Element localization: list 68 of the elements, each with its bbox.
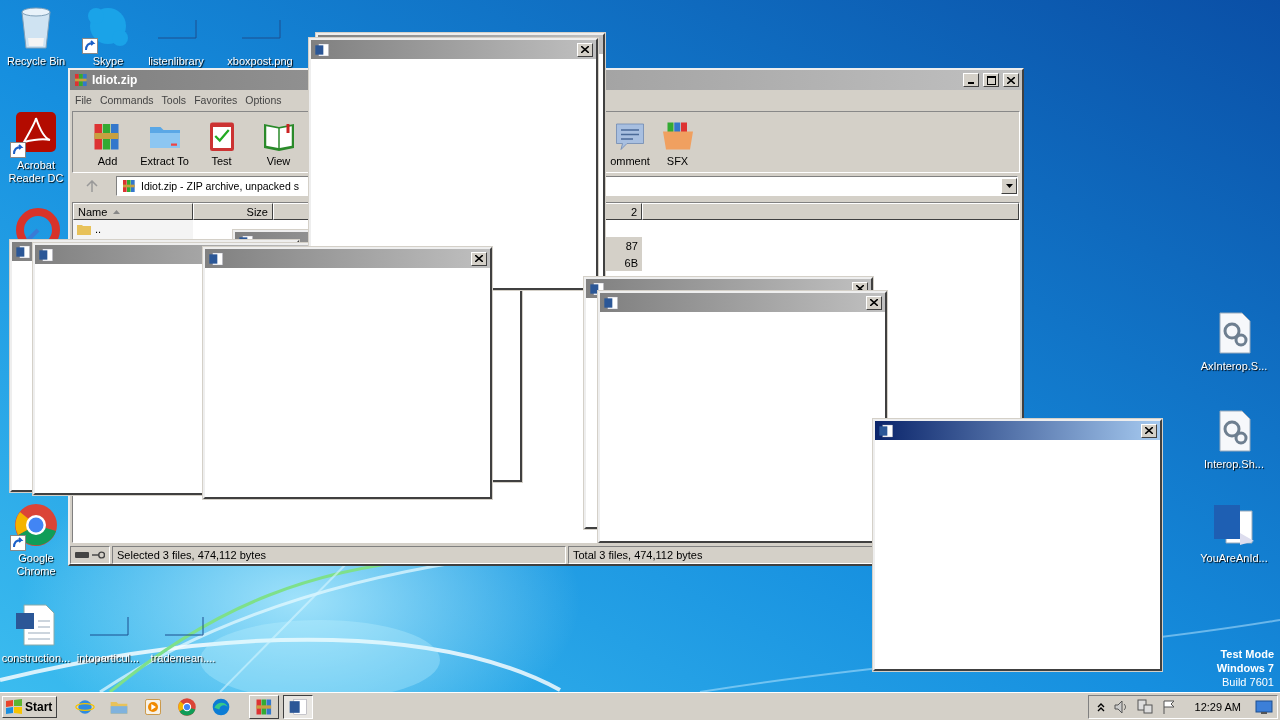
toolbar-button[interactable]: SFX <box>649 112 706 172</box>
close-icon <box>1007 76 1015 84</box>
flag-logo-icon <box>5 698 23 715</box>
minimize-button[interactable] <box>963 73 979 87</box>
minimize-icon <box>968 82 974 84</box>
table-cell: 87 <box>625 239 638 252</box>
menu-item[interactable]: Commands <box>95 92 158 108</box>
ring-icon[interactable] <box>12 501 60 549</box>
chevron-up-icon[interactable] <box>1096 701 1105 712</box>
close-button[interactable] <box>866 295 882 310</box>
network-icon[interactable] <box>1136 698 1153 715</box>
close-icon <box>581 46 589 53</box>
toolbar-button[interactable]: Test <box>193 112 250 172</box>
toolbar-button[interactable]: omment <box>608 112 652 172</box>
icon-label[interactable]: Interop.Sh... <box>1204 458 1264 471</box>
key-icon <box>91 551 105 559</box>
menu-item[interactable]: Favorites <box>190 92 242 108</box>
toolbar-button[interactable]: View <box>250 112 307 172</box>
folder-icon <box>77 222 91 235</box>
close-button[interactable] <box>1141 423 1157 438</box>
table-cell: 6B <box>624 256 638 269</box>
clock[interactable]: 12:29 AM <box>1194 700 1241 713</box>
speaker-icon[interactable] <box>1112 698 1129 715</box>
window-title: Idiot.zip <box>92 73 139 87</box>
document-icon <box>603 294 619 311</box>
document-icon <box>38 246 54 263</box>
document-icon <box>314 41 330 58</box>
status-text: Selected 3 files, 474,112 bytes <box>112 546 566 564</box>
document-icon <box>288 696 309 717</box>
close-button[interactable] <box>471 251 487 266</box>
close-button[interactable] <box>577 42 593 57</box>
maximize-icon <box>986 75 996 85</box>
icon-label[interactable]: Skype <box>92 55 124 68</box>
drive-icon <box>75 552 89 558</box>
os-label: Build 7601 <box>1222 675 1274 689</box>
column-header[interactable] <box>642 203 1019 220</box>
menu-item[interactable]: Tools <box>157 92 191 108</box>
flag-icon[interactable] <box>1160 698 1177 715</box>
menu-item[interactable]: File <box>71 92 96 108</box>
column-header[interactable]: Size <box>193 203 273 220</box>
icon-label[interactable]: Recycle Bin <box>6 55 66 68</box>
dropdown-arrow-icon <box>1005 184 1013 188</box>
toolbar-button[interactable]: Add <box>79 112 136 172</box>
column-header[interactable]: Name <box>73 203 193 220</box>
close-icon <box>475 255 483 262</box>
close-button[interactable] <box>1003 73 1019 87</box>
toolbar-button[interactable]: Extract To <box>136 112 193 172</box>
swirl-icon[interactable] <box>211 696 232 717</box>
os-label: Windows 7 <box>1216 661 1274 675</box>
books-icon <box>121 178 137 194</box>
file-name[interactable]: .. <box>95 222 102 235</box>
icon-label[interactable]: AxInterop.S... <box>1200 360 1268 373</box>
close-icon <box>1145 427 1153 434</box>
books-icon <box>73 72 89 88</box>
start-button[interactable]: Start <box>2 695 58 718</box>
taskbar-button[interactable] <box>283 694 314 719</box>
maximize-button[interactable] <box>983 73 999 87</box>
document-icon <box>878 422 894 439</box>
menu-item[interactable]: Options <box>241 92 286 108</box>
icon-label[interactable]: xboxpost.png <box>227 55 293 68</box>
icon-label[interactable]: YouAreAnId... <box>1200 552 1268 565</box>
show-desktop-icon[interactable] <box>1255 698 1273 715</box>
os-label: Test Mode <box>1220 647 1274 661</box>
close-icon <box>870 299 878 306</box>
ring-icon[interactable] <box>177 696 198 717</box>
document-icon <box>15 243 31 260</box>
icon-label[interactable]: listenlibrary <box>148 55 204 68</box>
document-icon <box>208 250 224 267</box>
